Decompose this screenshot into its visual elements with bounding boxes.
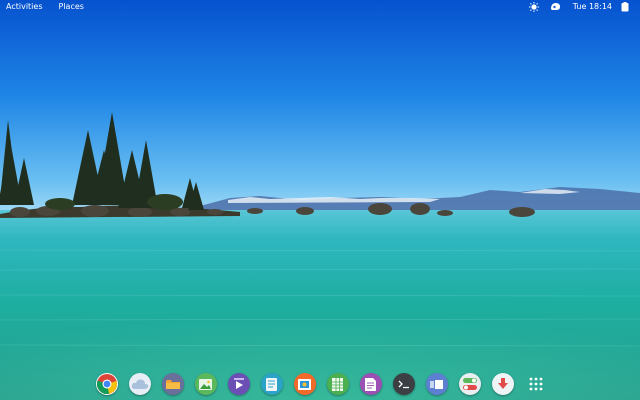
show-apps-button[interactable]: [525, 373, 547, 395]
video-player-launcher[interactable]: [227, 373, 250, 395]
settings-toggle-icon: [462, 378, 477, 390]
document-viewer-launcher[interactable]: [359, 373, 382, 395]
spreadsheet-launcher[interactable]: [326, 373, 349, 395]
weather-launcher[interactable]: [128, 373, 151, 395]
image-viewer-launcher[interactable]: [194, 373, 217, 395]
desktop-wallpaper: [0, 0, 640, 400]
terminal-icon: [398, 380, 409, 388]
files-icon: [165, 379, 180, 389]
screenshot-icon: [298, 378, 312, 390]
window-switcher-launcher[interactable]: [425, 373, 448, 395]
software-update-icon: [497, 378, 508, 389]
software-update-launcher[interactable]: [491, 373, 514, 395]
power-icon[interactable]: [618, 0, 632, 13]
brightness-icon[interactable]: [527, 0, 541, 13]
settings-toggle-launcher[interactable]: [458, 373, 481, 395]
video-player-icon: [233, 378, 244, 389]
screenshot-launcher[interactable]: [293, 373, 316, 395]
text-editor-launcher[interactable]: [260, 373, 283, 395]
spreadsheet-icon: [332, 377, 344, 391]
dock: [90, 368, 552, 400]
text-editor-icon: [266, 377, 278, 391]
chrome-launcher[interactable]: [95, 373, 118, 395]
top-panel: Activities Places Tue 18:14: [0, 0, 640, 13]
image-viewer-icon: [199, 378, 213, 390]
activities-button[interactable]: Activities: [0, 0, 49, 13]
top-panel-left: Activities Places: [0, 0, 90, 13]
clock[interactable]: Tue 18:14: [563, 2, 618, 11]
show-apps-icon: [529, 377, 542, 391]
system-tray: Tue 18:14: [527, 0, 640, 13]
chrome-icon: [96, 374, 117, 395]
files-launcher[interactable]: [161, 373, 184, 395]
window-switcher-icon: [430, 379, 444, 389]
document-viewer-icon: [365, 377, 377, 391]
places-menu[interactable]: Places: [49, 0, 90, 13]
terminal-launcher[interactable]: [392, 373, 415, 395]
network-icon[interactable]: [549, 0, 563, 13]
weather-icon: [131, 379, 148, 389]
